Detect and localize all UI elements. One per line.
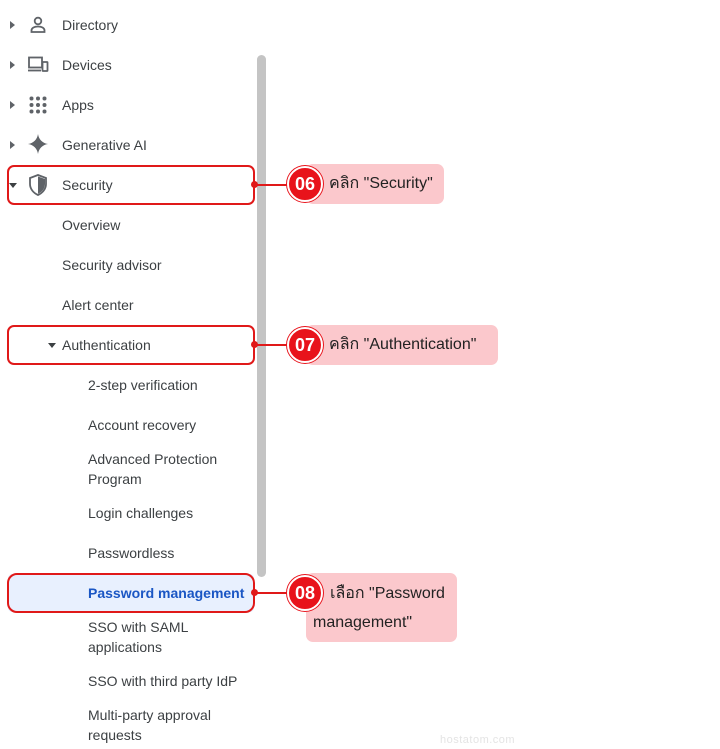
- nav-item-sso-saml[interactable]: SSO with SAML applications: [88, 617, 188, 657]
- highlight-box-authentication: [7, 325, 255, 365]
- sidebar-scrollbar[interactable]: [257, 55, 266, 577]
- highlight-box-security: [7, 165, 255, 205]
- sparkle-icon: [28, 134, 48, 154]
- callout-text-08-line1: เลือก "Password: [330, 585, 445, 602]
- expand-caret-icon[interactable]: [10, 101, 15, 109]
- highlight-box-password-management: [7, 573, 255, 613]
- connector-line: [255, 344, 291, 346]
- callout-text-08-line2: management": [313, 614, 413, 631]
- devices-icon: [28, 56, 49, 72]
- nav-label-multi-party-line2: requests: [88, 727, 142, 743]
- callout-text-07: คลิก "Authentication": [329, 336, 477, 353]
- nav-item-passwordless[interactable]: Passwordless: [88, 543, 174, 563]
- nav-label-directory: Directory: [62, 17, 119, 33]
- nav-item-security-advisor[interactable]: Security advisor: [62, 255, 162, 275]
- expand-caret-icon[interactable]: [10, 21, 15, 29]
- step-badge-07: 07: [287, 327, 323, 363]
- watermark: hostatom.com: [440, 734, 516, 746]
- nav-item-account-recovery[interactable]: Account recovery: [88, 415, 196, 435]
- nav-label-sso-saml-line1: SSO with SAML: [88, 619, 189, 635]
- nav-label-apps: Apps: [62, 97, 94, 113]
- nav-label-advanced-protection-line2: Program: [88, 471, 142, 487]
- expand-caret-icon[interactable]: [10, 141, 15, 149]
- nav-item-login-challenges[interactable]: Login challenges: [88, 503, 193, 523]
- step-badge-06: 06: [287, 166, 323, 202]
- expand-caret-icon[interactable]: [10, 61, 15, 69]
- callout-step-08: เลือก "Password management": [306, 573, 457, 642]
- nav-label-devices: Devices: [62, 57, 112, 73]
- callout-step-06: คลิก "Security": [306, 164, 444, 204]
- nav-label-advanced-protection-line1: Advanced Protection: [88, 451, 218, 467]
- nav-item-apps[interactable]: Apps: [0, 85, 250, 125]
- nav-item-generative-ai[interactable]: Generative AI: [0, 125, 250, 165]
- connector-line: [255, 592, 291, 594]
- nav-item-overview[interactable]: Overview: [62, 215, 120, 235]
- callout-text-06: คลิก "Security": [329, 175, 433, 192]
- nav-label-multi-party-line1: Multi-party approval: [88, 707, 211, 723]
- nav-item-2-step-verification[interactable]: 2-step verification: [88, 375, 198, 395]
- nav-item-devices[interactable]: Devices: [0, 45, 250, 85]
- nav-item-advanced-protection[interactable]: Advanced Protection Program: [88, 449, 217, 489]
- nav-item-alert-center[interactable]: Alert center: [62, 295, 134, 315]
- apps-grid-icon: [29, 96, 47, 114]
- nav-label-sso-saml-line2: applications: [88, 639, 162, 655]
- callout-step-07: คลิก "Authentication": [306, 325, 498, 365]
- nav-item-multi-party-approval[interactable]: Multi-party approval requests: [88, 705, 211, 745]
- person-icon: [30, 16, 46, 33]
- nav-label-generative-ai: Generative AI: [62, 137, 147, 153]
- connector-line: [255, 183, 291, 186]
- nav-item-sso-third-party[interactable]: SSO with third party IdP: [88, 671, 237, 691]
- step-badge-08: 08: [287, 575, 323, 611]
- nav-item-directory[interactable]: Directory: [0, 5, 250, 45]
